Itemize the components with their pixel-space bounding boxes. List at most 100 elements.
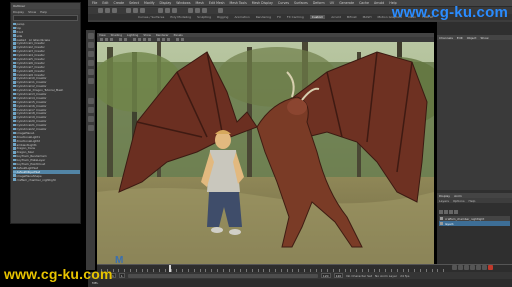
menu-create[interactable]: Create — [114, 1, 125, 5]
shelf-tab-poly-modeling[interactable]: Poly Modeling — [170, 15, 191, 19]
channel-box-tab-show[interactable]: Show — [480, 36, 488, 40]
bookmark-icon[interactable] — [110, 38, 113, 41]
xray-icon[interactable] — [181, 38, 184, 41]
auto-key-icon[interactable] — [488, 265, 493, 270]
layout-two-icon[interactable] — [87, 116, 94, 122]
channel-box-tab-object[interactable]: Object — [467, 36, 477, 40]
layer-tab-display[interactable]: Display — [439, 194, 450, 198]
new-scene-icon[interactable] — [98, 8, 103, 13]
menu-mesh[interactable]: Mesh — [196, 1, 204, 5]
save-scene-icon[interactable] — [112, 8, 117, 13]
menu-modify[interactable]: Modify — [144, 1, 155, 5]
playback-end-field[interactable]: 120 — [320, 273, 331, 278]
menu-curves[interactable]: Curves — [278, 1, 289, 5]
anti-aliasing-icon[interactable] — [167, 38, 170, 41]
channel-box-tab-channels[interactable]: Channels — [439, 36, 453, 40]
render-settings-icon[interactable] — [202, 8, 207, 13]
scale-tool-icon[interactable] — [87, 78, 94, 84]
outliner-item[interactable]: craftsm_chamber_nightlight — [13, 178, 80, 182]
menu-generate[interactable]: Generate — [339, 1, 354, 5]
shelf-tab-rendering[interactable]: Rendering — [256, 15, 271, 19]
layout-four-icon[interactable] — [87, 107, 94, 113]
select-object-icon[interactable] — [133, 8, 138, 13]
shelf-tab-sculpting[interactable]: Sculpting — [197, 15, 211, 19]
select-tool-icon[interactable] — [87, 33, 94, 39]
menu-file[interactable]: File — [92, 1, 97, 5]
shelf-tab-rigging[interactable]: Rigging — [217, 15, 228, 19]
image-plane-icon[interactable] — [119, 38, 122, 41]
play-forward-icon[interactable] — [470, 265, 475, 270]
command-line[interactable]: MEL — [88, 279, 512, 287]
menu-display[interactable]: Display — [160, 1, 172, 5]
anim-layer-label[interactable]: No Anim Layer — [375, 274, 397, 278]
camera-icon[interactable] — [100, 38, 103, 41]
move-tool-icon[interactable] — [87, 60, 94, 66]
outliner-layout-icon[interactable] — [87, 125, 94, 131]
move-layer-down-icon[interactable] — [444, 210, 448, 214]
visibility-toggle[interactable] — [440, 222, 443, 225]
open-scene-icon[interactable] — [105, 8, 110, 13]
outliner-menu-help[interactable]: Help — [40, 10, 47, 14]
rotate-tool-icon[interactable] — [87, 69, 94, 75]
new-layer-icon[interactable] — [449, 210, 453, 214]
play-back-icon[interactable] — [464, 265, 469, 270]
menu-edit-mesh[interactable]: Edit Mesh — [209, 1, 225, 5]
shadows-icon[interactable] — [157, 38, 160, 41]
shelf-tab-fx[interactable]: FX — [277, 15, 281, 19]
range-slider[interactable] — [127, 273, 318, 278]
outliner-search-input[interactable] — [13, 15, 78, 21]
menu-arnold[interactable]: Arnold — [374, 1, 384, 5]
layer-menu-help[interactable]: Help — [469, 199, 476, 203]
end-time-field[interactable]: 120 — [333, 273, 344, 278]
menu-mesh-tools[interactable]: Mesh Tools — [230, 1, 247, 5]
go-to-end-icon[interactable] — [482, 265, 487, 270]
select-hierarchy-icon[interactable] — [126, 8, 131, 13]
step-back-icon[interactable] — [458, 265, 463, 270]
menu-windows[interactable]: Windows — [176, 1, 190, 5]
hypershade-icon[interactable] — [218, 8, 223, 13]
shelf-tab-fx-caching[interactable]: FX Caching — [287, 15, 304, 19]
menu-select[interactable]: Select — [129, 1, 139, 5]
menu-cache[interactable]: Cache — [359, 1, 369, 5]
layer-menu-layers[interactable]: Layers — [439, 199, 449, 203]
snap-point-icon[interactable] — [172, 8, 177, 13]
select-component-icon[interactable] — [140, 8, 145, 13]
menu-mesh-display[interactable]: Mesh Display — [252, 1, 273, 5]
time-slider[interactable] — [97, 264, 512, 273]
step-forward-icon[interactable] — [476, 265, 481, 270]
ipr-render-icon[interactable] — [195, 8, 200, 13]
lights-icon[interactable] — [148, 38, 151, 41]
outliner-menu-display[interactable]: Display — [13, 10, 24, 14]
layer-row-selected[interactable]: layer1 — [439, 221, 510, 226]
shelf-tab-animation[interactable]: Animation — [234, 15, 249, 19]
fps-label[interactable]: 24 fps — [400, 274, 409, 278]
paint-select-tool-icon[interactable] — [87, 51, 94, 57]
layer-tab-anim[interactable]: Anim — [454, 194, 462, 198]
grid-icon[interactable] — [124, 38, 127, 41]
smooth-shade-icon[interactable] — [138, 38, 141, 41]
shelf-tab-arnold[interactable]: Arnold — [331, 15, 341, 19]
wireframe-icon[interactable] — [133, 38, 136, 41]
menu-surfaces[interactable]: Surfaces — [294, 1, 308, 5]
perspective-viewport[interactable] — [97, 42, 434, 264]
shelf-tab-custom[interactable]: Custom — [309, 15, 326, 19]
render-icon[interactable] — [188, 8, 193, 13]
visibility-toggle[interactable] — [440, 217, 443, 220]
menu-uv[interactable]: UV — [330, 1, 335, 5]
go-to-start-icon[interactable] — [452, 265, 457, 270]
isolate-select-icon[interactable] — [176, 38, 179, 41]
move-layer-up-icon[interactable] — [439, 210, 443, 214]
menu-edit[interactable]: Edit — [102, 1, 108, 5]
camera-attributes-icon[interactable] — [105, 38, 108, 41]
shelf-tab-bifrost[interactable]: Bifrost — [347, 15, 357, 19]
ambient-occlusion-icon[interactable] — [162, 38, 165, 41]
playback-start-field[interactable]: 1 — [118, 273, 125, 278]
menu-deform[interactable]: Deform — [313, 1, 325, 5]
lasso-tool-icon[interactable] — [87, 42, 94, 48]
textured-icon[interactable] — [143, 38, 146, 41]
layer-menu-options[interactable]: Options — [453, 199, 465, 203]
snap-grid-icon[interactable] — [158, 8, 163, 13]
character-set-label[interactable]: No Character Set — [346, 274, 372, 278]
outliner-menu-show[interactable]: Show — [28, 10, 36, 14]
shelf-tab-curves-surfaces[interactable]: Curves / Surfaces — [138, 15, 164, 19]
